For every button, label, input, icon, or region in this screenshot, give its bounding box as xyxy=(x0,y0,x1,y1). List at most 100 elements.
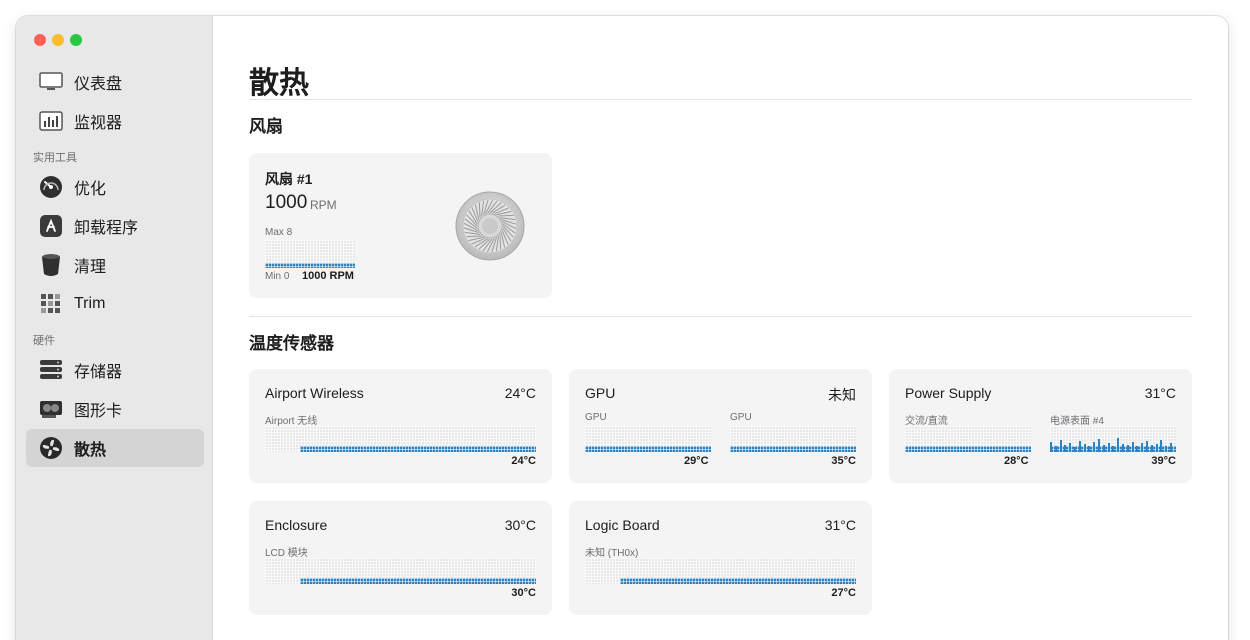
graph-spike xyxy=(1059,440,1062,452)
sensor-graph-fill xyxy=(585,446,711,452)
sensor-card-logic-board: Logic Board 31°C 未知 (TH0x) 27°C xyxy=(569,501,872,615)
sidebar-item-label: 存储器 xyxy=(74,364,123,381)
sidebar-item-graphics[interactable]: 图形卡 xyxy=(26,390,204,428)
graph-spike xyxy=(1107,443,1110,452)
sensor-card-title: Enclosure xyxy=(265,517,328,533)
sidebar-item-label: 优化 xyxy=(74,181,107,198)
sensor-graph-fill xyxy=(300,446,536,452)
sensor-graph xyxy=(585,558,856,584)
sensor-graph xyxy=(265,426,536,452)
sensor-card-value: 30°C xyxy=(504,517,536,533)
graph-spike xyxy=(1126,445,1129,452)
fan-current-rpm: 1000 RPM xyxy=(302,270,354,282)
page-title: 散热 xyxy=(249,67,309,100)
sensor-graph-value: 35°C xyxy=(831,455,856,467)
sidebar-item-label: 图形卡 xyxy=(74,403,123,420)
sensor-card-value: 24°C xyxy=(504,385,536,401)
grid-icon xyxy=(38,291,64,317)
fan-card: 风扇 #1 1000 RPM Max 8 Min 0 1000 RPM xyxy=(249,153,552,298)
graph-spike xyxy=(1170,443,1172,452)
fan-min-label: Min 0 xyxy=(265,271,290,282)
sensor-graph-label: 交流/直流 xyxy=(905,416,948,427)
sidebar-item-label: 监视器 xyxy=(74,115,123,132)
graph-spike xyxy=(1122,444,1124,452)
main-content: 散热 风扇 风扇 #1 1000 RPM Max 8 Min 0 1000 RP… xyxy=(213,16,1228,640)
graph-spike xyxy=(1160,440,1163,452)
graph-spike xyxy=(1146,441,1148,452)
sidebar-item-monitor[interactable]: 监视器 xyxy=(26,102,204,140)
graph-spike xyxy=(1165,446,1168,452)
sidebar-item-dashboard[interactable]: 仪表盘 xyxy=(26,63,204,101)
sensor-graph-spikes xyxy=(1050,426,1176,452)
graph-spike xyxy=(1093,442,1096,452)
fan-name: 风扇 #1 xyxy=(265,171,313,187)
graph-spike xyxy=(1064,445,1067,452)
sidebar-item-storage[interactable]: 存储器 xyxy=(26,351,204,389)
sidebar-section-utilities: 实用工具 xyxy=(33,152,77,164)
graph-spike xyxy=(1155,444,1158,452)
close-window-button[interactable] xyxy=(34,34,46,46)
sensor-graph-value: 27°C xyxy=(831,587,856,599)
graph-spike xyxy=(1150,445,1153,452)
window-controls xyxy=(34,34,82,46)
sidebar-item-trim[interactable]: Trim xyxy=(26,285,204,323)
sensor-card-gpu: GPU 未知 GPU 29°C GPU 35°C xyxy=(569,369,872,483)
minimize-window-button[interactable] xyxy=(52,34,64,46)
sensor-graph xyxy=(265,558,536,584)
fans-section-title: 风扇 xyxy=(249,117,283,136)
graph-spike xyxy=(1112,446,1115,452)
graph-spike xyxy=(1098,439,1100,452)
sensor-card-title: Power Supply xyxy=(905,385,992,401)
zoom-window-button[interactable] xyxy=(70,34,82,46)
graph-spike xyxy=(1069,443,1072,452)
sidebar: 仪表盘 监视器 实用工具 优化 卸载程序 清理 Trim 硬件 存储器 图形卡 … xyxy=(16,16,213,640)
app-window: 仪表盘 监视器 实用工具 优化 卸载程序 清理 Trim 硬件 存储器 图形卡 … xyxy=(16,16,1228,640)
graph-spike xyxy=(1088,446,1091,452)
graph-spike xyxy=(1054,446,1057,452)
sensor-graph-label: GPU xyxy=(730,412,752,423)
sensor-graph-value: 29°C xyxy=(684,455,709,467)
monitor-icon xyxy=(38,69,64,95)
sensors-section-title: 温度传感器 xyxy=(249,334,334,353)
sensor-graph-fill xyxy=(620,578,856,584)
sensor-graph xyxy=(1050,426,1176,452)
graph-spike xyxy=(1136,446,1139,452)
sensor-graph-value: 39°C xyxy=(1151,455,1176,467)
sidebar-item-label: 清理 xyxy=(74,259,107,276)
sensor-graph-label: 未知 (TH0x) xyxy=(585,548,639,559)
sidebar-item-uninstaller[interactable]: 卸载程序 xyxy=(26,207,204,245)
sensor-card-enclosure: Enclosure 30°C LCD 模块 30°C xyxy=(249,501,552,615)
sensor-graph-fill xyxy=(730,446,856,452)
graphics-card-icon xyxy=(38,396,64,422)
fan-illustration-icon xyxy=(455,191,525,266)
sensor-card-title: GPU xyxy=(585,385,616,401)
sensor-card-airport-wireless: Airport Wireless 24°C Airport 无线 24°C xyxy=(249,369,552,483)
section-divider xyxy=(249,316,1192,317)
sensor-graph-value: 28°C xyxy=(1004,455,1029,467)
sensor-card-power-supply: Power Supply 31°C 交流/直流 28°C 电源表面 #4 39°… xyxy=(889,369,1192,483)
sidebar-section-hardware: 硬件 xyxy=(33,335,55,347)
sensor-card-value: 31°C xyxy=(1144,385,1176,401)
sidebar-item-label: 卸载程序 xyxy=(74,220,139,237)
fan-speed-graph xyxy=(265,240,355,268)
title-divider xyxy=(249,99,1192,100)
sensor-card-title: Airport Wireless xyxy=(265,385,364,401)
graph-spike xyxy=(1074,447,1076,452)
sensor-graph xyxy=(905,426,1031,452)
sensor-graph-label: 电源表面 #4 xyxy=(1050,416,1104,427)
sensor-graph xyxy=(585,426,711,452)
sensor-card-value: 未知 xyxy=(828,387,856,403)
fan-speed-graph-fill xyxy=(265,263,355,268)
graph-spike xyxy=(1102,445,1105,452)
sensor-graph xyxy=(730,426,856,452)
activity-chart-icon xyxy=(38,108,64,134)
sidebar-item-cooling[interactable]: 散热 xyxy=(26,429,204,467)
graph-spike xyxy=(1050,442,1052,452)
sidebar-item-label: 仪表盘 xyxy=(74,76,123,93)
fan-icon xyxy=(38,435,64,461)
sensor-card-value: 31°C xyxy=(824,517,856,533)
sidebar-item-optimize[interactable]: 优化 xyxy=(26,168,204,206)
sensor-graph-value: 24°C xyxy=(511,455,536,467)
sensor-graph-fill xyxy=(905,446,1031,452)
sidebar-item-cleanup[interactable]: 清理 xyxy=(26,246,204,284)
